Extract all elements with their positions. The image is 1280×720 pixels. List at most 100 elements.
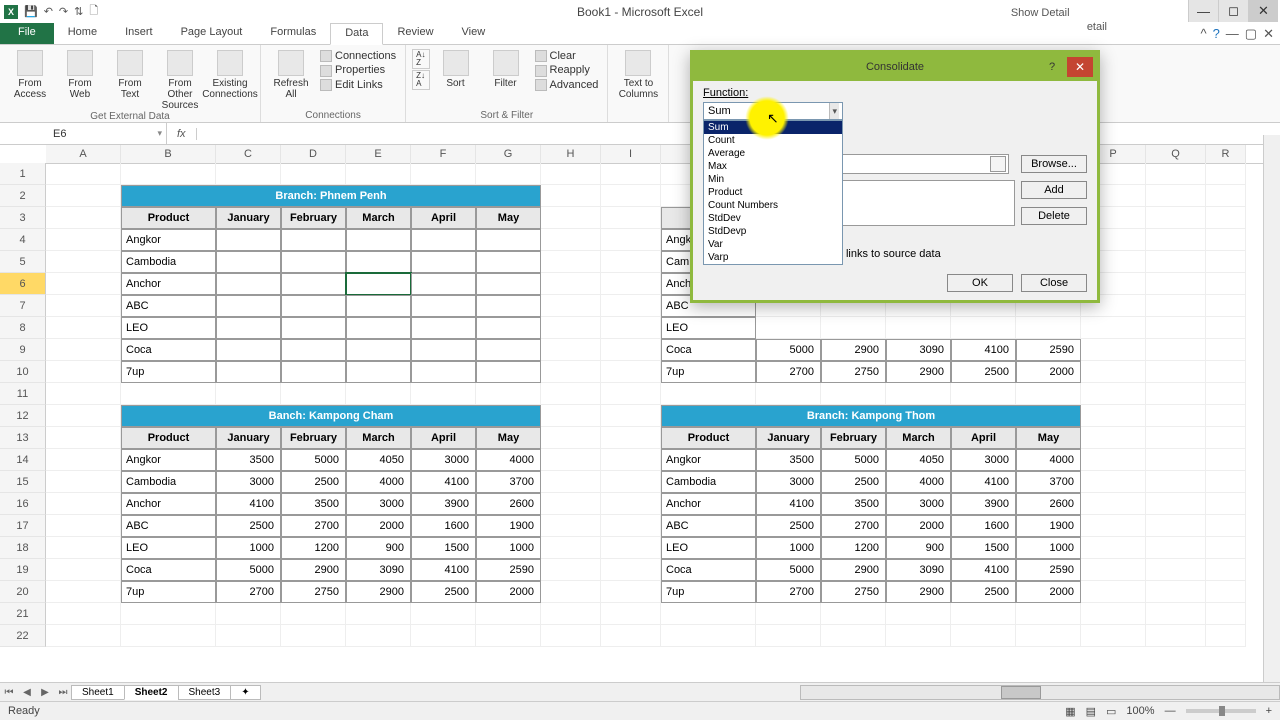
cell-r3-c2[interactable]: January — [216, 207, 281, 229]
cell-r18-c4[interactable]: 900 — [346, 537, 411, 559]
cell-r14-c14[interactable]: 4000 — [1016, 449, 1081, 471]
col-head-H[interactable]: H — [541, 145, 601, 163]
cell-r11-c3[interactable] — [281, 383, 346, 405]
cell-r17-c1[interactable]: ABC — [121, 515, 216, 537]
cell-r14-c10[interactable]: 3500 — [756, 449, 821, 471]
cell-r7-c6[interactable] — [476, 295, 541, 317]
cell-r8-c9[interactable]: LEO — [661, 317, 756, 339]
cell-r19-c15[interactable] — [1081, 559, 1146, 581]
cell-r10-c5[interactable] — [411, 361, 476, 383]
cell-r14-c15[interactable] — [1081, 449, 1146, 471]
hide-detail-button[interactable]: etail — [1011, 21, 1107, 33]
cell-r18-c5[interactable]: 1500 — [411, 537, 476, 559]
cell-r10-c8[interactable] — [601, 361, 661, 383]
cell-r3-c4[interactable]: March — [346, 207, 411, 229]
func-option-sum[interactable]: Sum — [704, 121, 842, 134]
cell-r21-c12[interactable] — [886, 603, 951, 625]
cell-r20-c7[interactable] — [541, 581, 601, 603]
cell-r11-c10[interactable] — [756, 383, 821, 405]
cell-r7-c8[interactable] — [601, 295, 661, 317]
cell-r18-c14[interactable]: 1000 — [1016, 537, 1081, 559]
cell-r18-c2[interactable]: 1000 — [216, 537, 281, 559]
cell-r22-c12[interactable] — [886, 625, 951, 647]
cell-r9-c16[interactable] — [1146, 339, 1206, 361]
name-box[interactable]: E6 — [47, 123, 167, 144]
cell-r16-c10[interactable]: 4100 — [756, 493, 821, 515]
cell-r20-c3[interactable]: 2750 — [281, 581, 346, 603]
cell-r4-c0[interactable] — [46, 229, 121, 251]
cell-r15-c6[interactable]: 3700 — [476, 471, 541, 493]
cell-r15-c11[interactable]: 2500 — [821, 471, 886, 493]
sort-asc-button[interactable]: A↓Z — [412, 49, 429, 69]
row-head-1[interactable]: 1 — [0, 163, 46, 185]
dialog-help-button[interactable]: ? — [1041, 57, 1063, 77]
view-layout-icon[interactable]: ▤ — [1086, 705, 1096, 718]
cell-r14-c11[interactable]: 5000 — [821, 449, 886, 471]
cell-r9-c4[interactable] — [346, 339, 411, 361]
cell-r20-c8[interactable] — [601, 581, 661, 603]
col-head-D[interactable]: D — [281, 145, 346, 163]
cell-r4-c4[interactable] — [346, 229, 411, 251]
cell-r16-c17[interactable] — [1206, 493, 1246, 515]
cell-r11-c5[interactable] — [411, 383, 476, 405]
row-headers[interactable]: 12345678910111213141516171819202122 — [0, 163, 46, 647]
cell-r1-c1[interactable] — [121, 163, 216, 185]
row-head-2[interactable]: 2 — [0, 185, 46, 207]
cell-r11-c15[interactable] — [1081, 383, 1146, 405]
cell-r14-c1[interactable]: Angkor — [121, 449, 216, 471]
cell-r22-c16[interactable] — [1146, 625, 1206, 647]
cell-r21-c7[interactable] — [541, 603, 601, 625]
minimize-button[interactable]: — — [1188, 0, 1218, 22]
cell-r1-c2[interactable] — [216, 163, 281, 185]
cell-r6-c4[interactable] — [346, 273, 411, 295]
cell-r7-c7[interactable] — [541, 295, 601, 317]
cell-r11-c13[interactable] — [951, 383, 1016, 405]
cell-r9-c11[interactable]: 2900 — [821, 339, 886, 361]
cell-r16-c14[interactable]: 2600 — [1016, 493, 1081, 515]
cell-r9-c10[interactable]: 5000 — [756, 339, 821, 361]
cell-r20-c17[interactable] — [1206, 581, 1246, 603]
cell-r15-c13[interactable]: 4100 — [951, 471, 1016, 493]
cell-r20-c14[interactable]: 2000 — [1016, 581, 1081, 603]
row-head-11[interactable]: 11 — [0, 383, 46, 405]
cell-r20-c9[interactable]: 7up — [661, 581, 756, 603]
cell-r6-c2[interactable] — [216, 273, 281, 295]
cell-r19-c13[interactable]: 4100 — [951, 559, 1016, 581]
cell-r13-c9[interactable]: Product — [661, 427, 756, 449]
cell-r13-c11[interactable]: February — [821, 427, 886, 449]
ok-button[interactable]: OK — [947, 274, 1013, 292]
cell-r10-c6[interactable] — [476, 361, 541, 383]
external-3[interactable]: From OtherSources — [156, 47, 204, 111]
cell-r19-c17[interactable] — [1206, 559, 1246, 581]
refresh-all-button[interactable]: Refresh All — [267, 47, 315, 100]
properties-button[interactable]: Properties — [317, 63, 399, 77]
text-to-columns-button[interactable]: Text to Columns — [614, 47, 662, 100]
cell-r5-c7[interactable] — [541, 251, 601, 273]
cell-r21-c16[interactable] — [1146, 603, 1206, 625]
cell-r5-c6[interactable] — [476, 251, 541, 273]
cell-r20-c10[interactable]: 2700 — [756, 581, 821, 603]
cell-r21-c13[interactable] — [951, 603, 1016, 625]
external-2[interactable]: FromText — [106, 47, 154, 100]
tab-formulas[interactable]: Formulas — [256, 23, 330, 44]
cell-r15-c14[interactable]: 3700 — [1016, 471, 1081, 493]
cell-r22-c1[interactable] — [121, 625, 216, 647]
cell-r9-c14[interactable]: 2590 — [1016, 339, 1081, 361]
cell-r3-c17[interactable] — [1206, 207, 1246, 229]
cell-r12-c8[interactable] — [601, 405, 661, 427]
row-head-19[interactable]: 19 — [0, 559, 46, 581]
cell-r17-c5[interactable]: 1600 — [411, 515, 476, 537]
cell-r19-c7[interactable] — [541, 559, 601, 581]
cell-r16-c4[interactable]: 3000 — [346, 493, 411, 515]
cell-r8-c13[interactable] — [951, 317, 1016, 339]
cell-r22-c4[interactable] — [346, 625, 411, 647]
cell-r15-c8[interactable] — [601, 471, 661, 493]
cell-r22-c2[interactable] — [216, 625, 281, 647]
row-head-16[interactable]: 16 — [0, 493, 46, 515]
cell-r16-c12[interactable]: 3000 — [886, 493, 951, 515]
func-option-product[interactable]: Product — [704, 186, 842, 199]
function-select[interactable]: Sum SumCountAverageMaxMinProductCount Nu… — [703, 102, 843, 120]
sheet-tab-1[interactable]: Sheet1 — [71, 685, 125, 700]
show-detail-button[interactable]: Show Detail — [1011, 7, 1107, 19]
cell-r14-c13[interactable]: 3000 — [951, 449, 1016, 471]
